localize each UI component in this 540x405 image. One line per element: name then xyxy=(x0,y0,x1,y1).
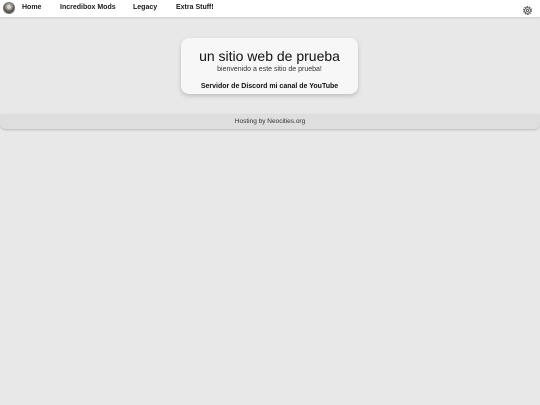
nav-link-incredibox-mods[interactable]: Incredibox Mods xyxy=(60,3,116,13)
hosting-credit: Hosting by Neocities.org xyxy=(234,118,306,125)
card-links: Servidor de Discord mi canal de YouTube xyxy=(181,82,358,91)
discord-server-link[interactable]: Servidor de Discord xyxy=(201,83,268,90)
avatar[interactable] xyxy=(3,2,15,14)
nav-link-extra-stuff[interactable]: Extra Stuff! xyxy=(176,3,214,13)
page-title: un sitio web de prueba xyxy=(199,48,340,64)
navbar: Home Incredibox Mods Legacy Extra Stuff! xyxy=(0,0,540,17)
nav-link-home[interactable]: Home xyxy=(22,3,41,13)
gear-icon[interactable] xyxy=(522,3,533,15)
page-subtitle: bienvenido a este sitio de prueba! xyxy=(217,66,322,73)
welcome-card: un sitio web de prueba bienvenido a este… xyxy=(181,38,358,94)
nav-link-legacy[interactable]: Legacy xyxy=(133,3,157,13)
youtube-channel-link[interactable]: mi canal de YouTube xyxy=(269,83,338,90)
footer-bar: Hosting by Neocities.org xyxy=(0,114,540,129)
